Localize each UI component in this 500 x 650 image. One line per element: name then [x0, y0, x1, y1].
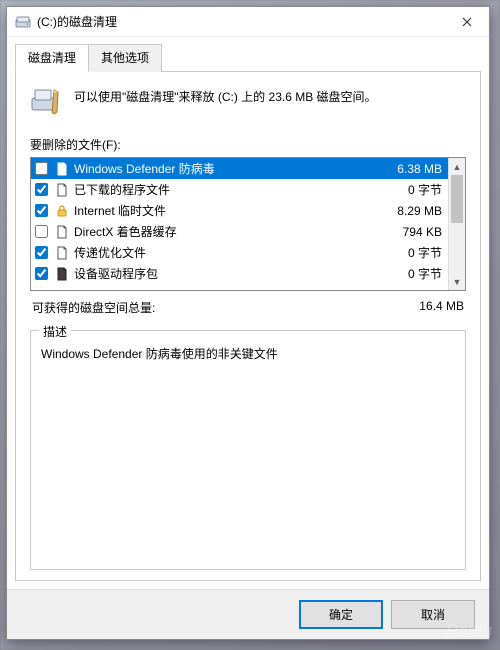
scrollbar[interactable]: ▲ ▼	[448, 158, 465, 290]
total-row: 可获得的磁盘空间总量: 16.4 MB	[32, 299, 464, 316]
file-name: 设备驱动程序包	[74, 265, 404, 282]
file-checkbox[interactable]	[35, 204, 48, 217]
tab-strip: 磁盘清理 其他选项	[7, 37, 489, 71]
total-value: 16.4 MB	[419, 299, 464, 316]
dialog-buttons: 确定 取消	[7, 589, 489, 639]
intro-text: 可以使用"磁盘清理"来释放 (C:) 上的 23.6 MB 磁盘空间。	[74, 84, 377, 106]
cleanup-icon	[30, 84, 64, 118]
file-icon	[54, 224, 70, 240]
file-size: 0 字节	[408, 181, 444, 198]
description-text: Windows Defender 防病毒使用的非关键文件	[41, 345, 455, 362]
file-size: 6.38 MB	[397, 162, 444, 176]
scroll-up-button[interactable]: ▲	[449, 158, 465, 175]
intro-row: 可以使用"磁盘清理"来释放 (C:) 上的 23.6 MB 磁盘空间。	[30, 84, 466, 118]
total-label: 可获得的磁盘空间总量:	[32, 299, 155, 316]
tab-cleanup[interactable]: 磁盘清理	[15, 44, 89, 72]
file-icon	[54, 182, 70, 198]
scroll-thumb[interactable]	[451, 175, 463, 223]
file-icon	[54, 245, 70, 261]
file-size: 8.29 MB	[397, 204, 444, 218]
file-checkbox[interactable]	[35, 162, 48, 175]
ok-button[interactable]: 确定	[299, 600, 383, 629]
close-button[interactable]	[445, 7, 489, 37]
file-checkbox[interactable]	[35, 246, 48, 259]
file-row[interactable]: Windows Defender 防病毒 6.38 MB	[31, 158, 448, 179]
file-checkbox[interactable]	[35, 225, 48, 238]
titlebar[interactable]: (C:)的磁盘清理	[7, 7, 489, 37]
file-name: 已下载的程序文件	[74, 181, 404, 198]
file-size: 0 字节	[408, 265, 444, 282]
tab-panel: 可以使用"磁盘清理"来释放 (C:) 上的 23.6 MB 磁盘空间。 要删除的…	[15, 71, 481, 581]
scroll-track[interactable]	[449, 175, 465, 273]
file-list: Windows Defender 防病毒6.38 MB已下载的程序文件0 字节I…	[30, 157, 466, 291]
disk-cleanup-window: (C:)的磁盘清理 磁盘清理 其他选项 可以使用"磁盘清理"来释放 (C:) 上…	[6, 6, 490, 640]
lock-icon	[54, 203, 70, 219]
file-row[interactable]: Internet 临时文件 8.29 MB	[31, 200, 448, 221]
files-to-delete-label: 要删除的文件(F):	[30, 136, 466, 153]
drive-icon	[15, 14, 31, 30]
file-name: Windows Defender 防病毒	[74, 160, 393, 177]
file-checkbox[interactable]	[35, 183, 48, 196]
file-icon	[54, 161, 70, 177]
file-row[interactable]: 传递优化文件0 字节	[31, 242, 448, 263]
file-row[interactable]: 设备驱动程序包0 字节	[31, 263, 448, 284]
file-row[interactable]: 已下载的程序文件0 字节	[31, 179, 448, 200]
description-legend: 描述	[39, 323, 71, 340]
window-title: (C:)的磁盘清理	[37, 13, 445, 30]
cancel-button[interactable]: 取消	[391, 600, 475, 629]
description-group: 描述 Windows Defender 防病毒使用的非关键文件	[30, 330, 466, 570]
scroll-down-button[interactable]: ▼	[449, 273, 465, 290]
tab-other-options[interactable]: 其他选项	[88, 44, 162, 72]
file-name: DirectX 着色器缓存	[74, 223, 399, 240]
file-name: 传递优化文件	[74, 244, 404, 261]
file-checkbox[interactable]	[35, 267, 48, 280]
file-name: Internet 临时文件	[74, 202, 393, 219]
file-size: 794 KB	[403, 225, 444, 239]
file-row[interactable]: DirectX 着色器缓存 794 KB	[31, 221, 448, 242]
file-icon	[54, 266, 70, 282]
file-size: 0 字节	[408, 244, 444, 261]
